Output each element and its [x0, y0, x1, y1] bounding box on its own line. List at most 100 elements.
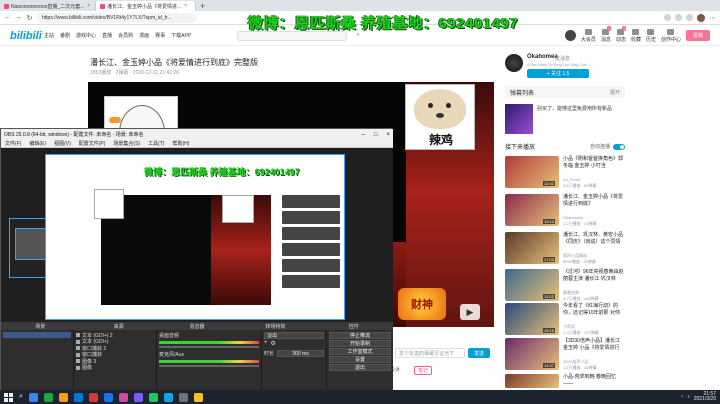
taskbar-app-icon[interactable]	[163, 392, 173, 402]
danmaku-input[interactable]: 发个友善的弹幕见证当下	[395, 348, 465, 358]
nav-item-shop[interactable]: 会员购	[118, 32, 133, 39]
autoplay-toggle[interactable]: 自动连播	[590, 143, 625, 150]
volume-icon[interactable]: ♪	[687, 394, 690, 400]
network-icon[interactable]: ◔	[680, 394, 683, 400]
nav-creator[interactable]: 创作中心	[661, 28, 681, 43]
menu-tools[interactable]: 工具(T)	[148, 140, 164, 147]
nav-vip[interactable]: 大会员	[581, 28, 596, 43]
nav-history[interactable]: 历史	[646, 28, 656, 43]
more-icon[interactable]: ⋯	[709, 14, 716, 22]
close-icon[interactable]: ×	[87, 3, 90, 9]
taskbar-app-icon[interactable]	[28, 392, 38, 402]
audio-meter	[159, 360, 259, 363]
url-field[interactable]: https://www.bilibili.com/video/BV1Rt4y1Y…	[37, 12, 197, 23]
start-recording-button[interactable]: 开始录制	[329, 340, 391, 347]
browser-tab[interactable]: Nascooooooooo直播_二次元套... ×	[0, 1, 96, 11]
avatar[interactable]	[564, 30, 576, 41]
preview-watermark: 微博：恩匹斯桑 养殖基地：692401497	[144, 167, 300, 177]
close-icon[interactable]: ×	[386, 132, 390, 138]
taskbar-app-icon[interactable]	[73, 392, 83, 402]
source-item[interactable]: 图像	[76, 365, 154, 371]
play-icon[interactable]: ▶	[460, 304, 480, 320]
taskbar-app-icon[interactable]	[43, 392, 53, 402]
taskbar-app-icon[interactable]	[193, 392, 203, 402]
video-duration: 15:16	[543, 328, 556, 333]
exit-button[interactable]: 退出	[329, 364, 391, 371]
uploader-name[interactable]: Okahomea	[527, 54, 558, 60]
nav-item-events[interactable]: 赛事	[155, 32, 165, 39]
stop-streaming-button[interactable]: 停止推流	[329, 332, 391, 339]
danmaku-bar: 发个友善的弹幕见证当下 发送	[395, 347, 495, 359]
taskbar-app-icon[interactable]	[88, 392, 98, 402]
forward-icon[interactable]: →	[15, 14, 22, 21]
menu-help[interactable]: 帮助(H)	[172, 140, 189, 147]
nav-favorites[interactable]: 收藏	[631, 28, 641, 43]
volume-slider[interactable]	[159, 346, 259, 348]
toggle-switch[interactable]	[613, 143, 625, 150]
recommended-video[interactable]: 14:37 【3D30倍声小品】潘长江 金玉婷 小品《将爱情进行 3D30倍声小…	[505, 338, 625, 374]
nav-item-anime[interactable]: 番剧	[60, 32, 70, 39]
nav-item-app[interactable]: 下载APP	[171, 32, 191, 39]
extension-icon[interactable]	[664, 14, 671, 21]
follow-button[interactable]: + 关注 1.5	[527, 69, 589, 78]
close-icon[interactable]: ×	[184, 3, 187, 9]
nav-dynamics[interactable]: 3 动态	[616, 25, 627, 43]
video-stats: 1.2万播放 · 33弹幕	[563, 221, 597, 226]
browser-tab-active[interactable]: 潘长江、金玉婷小品《将爱情进... ×	[96, 1, 196, 11]
taskbar-app-icon[interactable]	[103, 392, 113, 402]
new-tab-button[interactable]: +	[196, 2, 209, 11]
menu-edit[interactable]: 编辑(E)	[29, 140, 46, 147]
volume-slider[interactable]	[159, 365, 259, 367]
studio-mode-button[interactable]: 工作室模式	[329, 348, 391, 355]
recommended-video[interactable]: 15:16 今年看了《红海行动》的你，还记得10年前那 对你 子荷双 1.3万播…	[505, 303, 625, 339]
taskbar-app-icon[interactable]	[178, 392, 188, 402]
taskbar-app-icon[interactable]	[118, 392, 128, 402]
recommended-video[interactable]: 小品-荒郊到韩 春晚回忆 ——	[505, 374, 625, 388]
obs-preview[interactable]: 微博：恩匹斯桑 养殖基地：692401497	[1, 148, 393, 322]
recommended-video[interactable]: 12:41 小品《刚和爸爸换角色》郭冬临 金玉婷 小叮当 Ao_Rover 4.…	[505, 156, 625, 192]
menu-view[interactable]: 视图(V)	[54, 140, 71, 147]
clock[interactable]: 21:57 2021/3/20	[694, 392, 716, 402]
nav-item-games[interactable]: 游戏中心	[76, 32, 96, 39]
maximize-icon[interactable]: □	[374, 132, 378, 138]
profile-avatar[interactable]	[697, 13, 705, 22]
danmaku-list-expand[interactable]: 展开	[610, 89, 620, 96]
nav-item-main[interactable]: 主站	[44, 32, 54, 39]
favorites-icon[interactable]	[675, 14, 682, 21]
upload-button[interactable]: 投稿	[686, 30, 710, 41]
menu-profile[interactable]: 配置文件(P)	[79, 140, 106, 147]
menu-file[interactable]: 文件(F)	[5, 140, 21, 147]
danmaku-send-button[interactable]: 发送	[468, 348, 490, 358]
menu-scene-collection[interactable]: 场景集合(S)	[113, 140, 140, 147]
scenes-dock[interactable]	[1, 330, 73, 391]
minimize-icon[interactable]: –	[362, 132, 365, 138]
recommended-video[interactable]: 13:22 《过河》96年央视春晚由赵丽蓉主演 潘长江 巩汉林 春晚经典 9.7…	[505, 269, 625, 305]
refresh-icon[interactable]: ↻	[26, 14, 33, 22]
settings-button[interactable]: 设置	[329, 356, 391, 363]
duration-input[interactable]: 300 ms	[277, 350, 324, 357]
taskbar-app-icon[interactable]	[148, 392, 158, 402]
recommended-video[interactable]: 15:10 潘长江、金玉婷小品《将爱情进行到底》 Okahomea 1.2万播放…	[505, 194, 625, 230]
collections-icon[interactable]	[686, 14, 693, 21]
back-icon[interactable]: ←	[4, 14, 11, 21]
nav-item-live[interactable]: 直播	[102, 32, 112, 39]
nav-item-comic[interactable]: 漫画	[139, 32, 149, 39]
notes-button[interactable]: 笔记	[414, 366, 433, 375]
search-icon[interactable]: ⌕	[19, 393, 23, 401]
windows-start-icon[interactable]	[4, 392, 13, 402]
mixer-channel-label: 桌面音频	[159, 333, 180, 339]
message-link[interactable]: 发消息	[555, 55, 570, 62]
taskbar-app-icon[interactable]	[133, 392, 143, 402]
text-source-icon	[76, 333, 80, 338]
uploader-avatar[interactable]	[505, 54, 523, 72]
scene-item[interactable]	[3, 332, 71, 338]
danmaku-list-header[interactable]: 弹幕列表 展开	[505, 86, 625, 98]
nav-messages[interactable]: 2 消息	[601, 25, 612, 43]
ad-card[interactable]: 别买了，能够这里免费用所有新品	[505, 104, 625, 136]
settings-icon[interactable]: ⚙	[271, 340, 276, 347]
transition-select[interactable]: 淡出	[264, 332, 324, 339]
site-logo[interactable]: bilibili	[10, 30, 42, 42]
taskbar-app-icon[interactable]	[58, 392, 68, 402]
add-icon[interactable]: +	[264, 340, 268, 347]
recommended-video[interactable]: 17:03 潘长江、巩汉林、黄宏小品《同庆》（戏说）这个同情 相声小品精选 65…	[505, 232, 625, 268]
